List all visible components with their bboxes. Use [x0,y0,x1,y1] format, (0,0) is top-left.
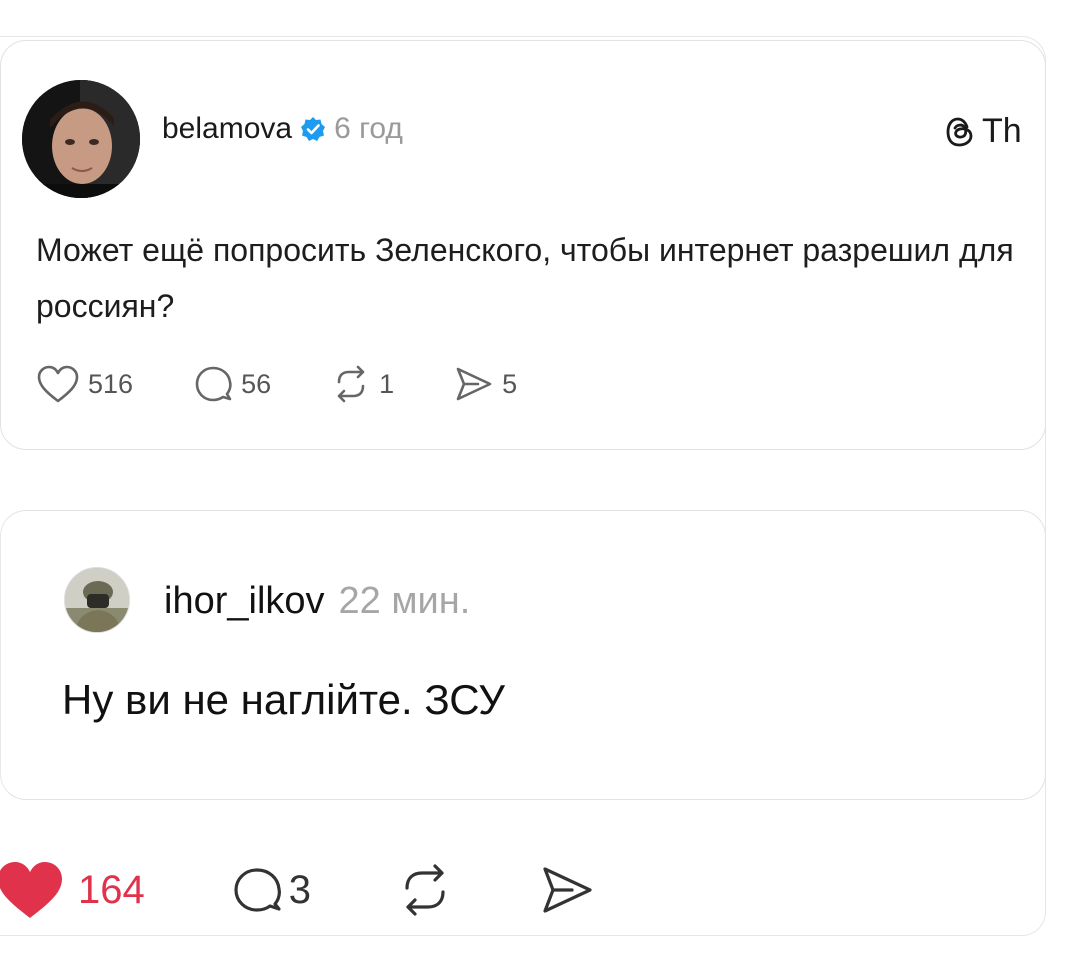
repost-button[interactable] [397,862,453,918]
share-button[interactable] [539,862,595,918]
share-button[interactable]: 5 [454,364,517,404]
comment-icon [231,864,283,916]
like-count: 516 [88,368,134,399]
reply-username[interactable]: ihor_ilkov [164,580,325,623]
reply-post-card [0,510,1046,800]
share-icon [454,364,494,404]
repost-icon [331,364,371,404]
avatar-belamova[interactable] [22,80,140,198]
comment-button[interactable]: 56 [193,364,271,404]
threads-branding: Th [944,112,1022,151]
post-actions: 516 56 1 5 [36,364,577,404]
like-count: 164 [78,867,145,912]
repost-count: 1 [379,368,395,399]
share-count: 5 [502,368,518,399]
username[interactable]: belamova [162,112,292,146]
comment-button[interactable]: 3 [231,864,311,916]
post-body: Может ещё попросить Зеленского, чтобы ин… [36,232,1014,324]
reply-actions: 164 3 [0,858,681,922]
threads-logo-icon [944,115,976,149]
heart-icon [36,364,80,404]
comment-icon [193,364,233,404]
post-header: belamova 6 год [162,112,403,146]
threads-label: Th [982,112,1022,150]
repost-icon [397,862,453,918]
reply-time: 22 мин. [338,580,471,622]
like-button-active[interactable]: 164 [0,858,145,922]
comment-count: 3 [288,867,311,912]
post-time: 6 год [334,112,403,145]
heart-icon [0,858,72,922]
avatar-ihor-ilkov[interactable] [64,567,130,633]
like-button[interactable]: 516 [36,364,133,404]
reply-header: ihor_ilkov 22 мин. [164,580,470,623]
verified-badge-icon [300,116,326,142]
reply-body: Ну ви не наглійте. ЗСУ [62,676,505,723]
comment-count: 56 [241,368,272,399]
repost-button[interactable]: 1 [331,364,394,404]
share-icon [539,862,595,918]
